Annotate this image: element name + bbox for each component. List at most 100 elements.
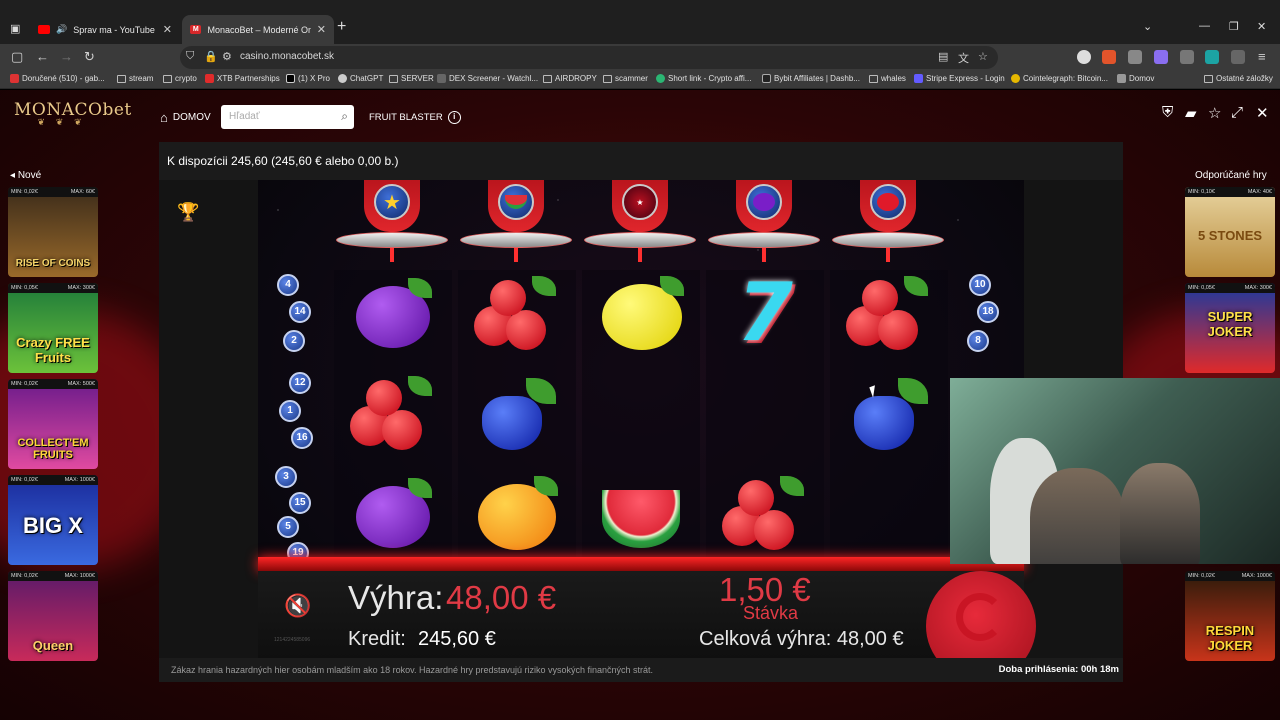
minimize-icon[interactable]: — xyxy=(1199,20,1210,32)
sidebar-icon[interactable]: ▢ xyxy=(11,49,23,65)
home-link[interactable]: ⌂ DOMOV xyxy=(160,110,211,125)
restore-icon[interactable]: ❐ xyxy=(1229,20,1239,33)
rocket-collector xyxy=(460,180,572,264)
forward-icon[interactable]: → xyxy=(60,49,73,64)
total-win: Celková výhra: 48,00 € xyxy=(699,628,904,650)
extension-icon[interactable] xyxy=(1102,50,1116,64)
cherries-icon xyxy=(870,184,906,220)
reload-icon[interactable]: ↻ xyxy=(84,49,95,65)
plum-symbol xyxy=(346,270,440,354)
game-thumb-5-stones[interactable]: MIN: 0,10€ MAX: 40€ 5 STONES xyxy=(1185,187,1275,277)
tab-monacobet[interactable]: M MonacoBet – Moderné Online K ✕ xyxy=(182,15,334,44)
game-thumb-big-x[interactable]: MIN: 0,02€ MAX: 1000€ BIG X xyxy=(8,475,98,565)
cherries-symbol xyxy=(842,270,936,354)
folder-icon xyxy=(163,74,172,83)
fullscreen-icon[interactable]: ⤢ xyxy=(1231,104,1243,121)
bookmark-star-icon[interactable]: ☆ xyxy=(978,50,988,63)
extension-icon[interactable] xyxy=(1077,50,1091,64)
bookmark-item[interactable]: whales xyxy=(869,74,906,83)
game-name: RISE OF COINS xyxy=(15,258,91,269)
rocket-collector xyxy=(832,180,944,264)
site-settings-icon[interactable]: ⚙ xyxy=(222,50,232,63)
tab-search-icon[interactable]: ⌄ xyxy=(1143,20,1152,33)
reader-icon[interactable]: ▤ xyxy=(938,50,948,63)
close-window-icon[interactable]: ✕ xyxy=(1257,20,1266,33)
shield-icon[interactable]: ⛉ xyxy=(186,50,194,63)
extension-icon[interactable] xyxy=(1205,50,1219,64)
close-game-icon[interactable]: ✕ xyxy=(1256,104,1269,122)
bookmark-item[interactable]: DEX Screener - Watchl... xyxy=(437,74,538,83)
bookmark-item[interactable]: stream xyxy=(117,74,153,83)
bookmark-item[interactable]: Cointelegraph: Bitcoin... xyxy=(1011,74,1108,83)
watermelon-symbol xyxy=(594,470,688,554)
monacobet-logo[interactable]: MONACObet ❦ ❦ ❦ xyxy=(14,100,131,140)
back-icon[interactable]: ← xyxy=(36,49,49,64)
translate-icon[interactable]: 文 xyxy=(958,50,969,66)
browser-tab-bar: ▣ 🔊 Sprav ma - YouTube ✕ M MonacoBet – M… xyxy=(0,0,1280,44)
payline-marker: 16 xyxy=(291,427,313,449)
address-bar[interactable]: ⛉ 🔒 ⚙ casino.monacobet.sk ▤ 文 ☆ xyxy=(180,46,998,69)
extension-icon[interactable] xyxy=(1154,50,1168,64)
shield-icon[interactable]: ⛨ xyxy=(1162,104,1173,121)
new-tab-icon[interactable]: + xyxy=(337,18,346,36)
dexscreener-icon xyxy=(437,74,446,83)
reel-bottom-glow xyxy=(258,557,1024,571)
close-tab-icon[interactable]: ✕ xyxy=(163,23,172,36)
bet-limits: MIN: 0,05€ MAX: 300€ xyxy=(8,283,98,293)
game-thumb-crazy-free-fruits[interactable]: MIN: 0,05€ MAX: 300€ Crazy FREE Fruits xyxy=(8,283,98,373)
xtb-icon xyxy=(205,74,214,83)
bookmark-item[interactable]: XTB Partnerships xyxy=(205,74,280,83)
game-thumb-rise-of-coins[interactable]: MIN: 0,02€ MAX: 60€ RISE OF COINS xyxy=(8,187,98,277)
bookmark-item[interactable]: AIRDROPY xyxy=(543,74,597,83)
search-input[interactable]: Hľadať ⌕ xyxy=(221,105,354,129)
folder-icon xyxy=(603,74,612,83)
trophy-icon[interactable]: 🏆 xyxy=(177,202,199,223)
bookmark-item[interactable]: Stripe Express - Login xyxy=(914,74,1005,83)
other-bookmarks[interactable]: Ostatné záložky xyxy=(1204,74,1273,83)
webcam-overlay xyxy=(950,378,1280,564)
search-icon[interactable]: ⌕ xyxy=(341,109,348,124)
speaker-icon[interactable]: 🔊 xyxy=(56,24,67,35)
plum-symbol xyxy=(346,470,440,554)
favorite-star-icon[interactable]: ☆ xyxy=(1208,104,1221,122)
payline-marker: 18 xyxy=(977,301,999,323)
wallet-icon[interactable]: ▰ xyxy=(1185,104,1197,122)
bookmark-item[interactable]: (1) X Pro xyxy=(286,74,330,83)
game-thumb-collect-em-fruits[interactable]: MIN: 0,02€ MAX: 500€ COLLECT'EM FRUITS xyxy=(8,379,98,469)
game-thumb-super-joker[interactable]: MIN: 0,05€ MAX: 300€ SUPER JOKER xyxy=(1185,283,1275,373)
bookmark-item[interactable]: Bybit Affiliates | Dashb... xyxy=(762,74,860,83)
mute-icon[interactable]: 🔇 xyxy=(284,593,311,619)
bookmark-item[interactable]: SERVER xyxy=(389,74,434,83)
menu-icon[interactable]: ≡ xyxy=(1258,49,1266,64)
logo-text: MONACObet xyxy=(14,100,132,120)
win-value: 48,00 € xyxy=(446,579,557,616)
bookmark-item[interactable]: scammer xyxy=(603,74,648,83)
close-tab-icon[interactable]: ✕ xyxy=(317,23,326,36)
bookmarks-bar: Doručené (510) - gab... stream crypto XT… xyxy=(0,71,1280,89)
game-thumb-respin-joker[interactable]: MIN: 0,02€ MAX: 1000€ RESPIN JOKER xyxy=(1185,571,1275,661)
game-name: Queen xyxy=(32,638,74,653)
extension-icon[interactable] xyxy=(1128,50,1142,64)
tab-youtube[interactable]: 🔊 Sprav ma - YouTube ✕ xyxy=(30,15,180,44)
bookmark-item[interactable]: Domov xyxy=(1117,74,1154,83)
game-thumb-queen[interactable]: MIN: 0,02€ MAX: 1000€ Queen xyxy=(8,571,98,661)
recommended-games-title[interactable]: Odporúčané hry xyxy=(1195,170,1267,181)
reel-1 xyxy=(334,270,452,570)
bookmark-item[interactable]: Doručené (510) - gab... xyxy=(10,74,105,83)
lock-icon[interactable]: 🔒 xyxy=(204,50,218,63)
balance-text: K dispozícii 245,60 (245,60 € alebo 0,00… xyxy=(167,154,399,168)
bookmark-item[interactable]: ChatGPT xyxy=(338,74,383,83)
bet-limits: MIN: 0,05€ MAX: 300€ xyxy=(1185,283,1275,293)
plum-icon xyxy=(746,184,782,220)
watermelon-icon xyxy=(498,184,534,220)
bookmark-item[interactable]: crypto xyxy=(163,74,197,83)
new-games-title[interactable]: ◂ Nové xyxy=(10,170,41,181)
info-icon[interactable]: i xyxy=(447,111,461,124)
link-icon xyxy=(656,74,665,83)
bookmark-item[interactable]: Short link - Crypto affi... xyxy=(656,74,751,83)
profile-icon[interactable] xyxy=(1231,50,1245,64)
tab-actions-icon[interactable]: ▣ xyxy=(10,22,20,35)
extensions-puzzle-icon[interactable] xyxy=(1180,50,1194,64)
browser-nav-bar: ▢ ← → ↻ ⛉ 🔒 ⚙ casino.monacobet.sk ▤ 文 ☆ … xyxy=(0,44,1280,71)
bet-label[interactable]: Stávka xyxy=(743,603,798,624)
